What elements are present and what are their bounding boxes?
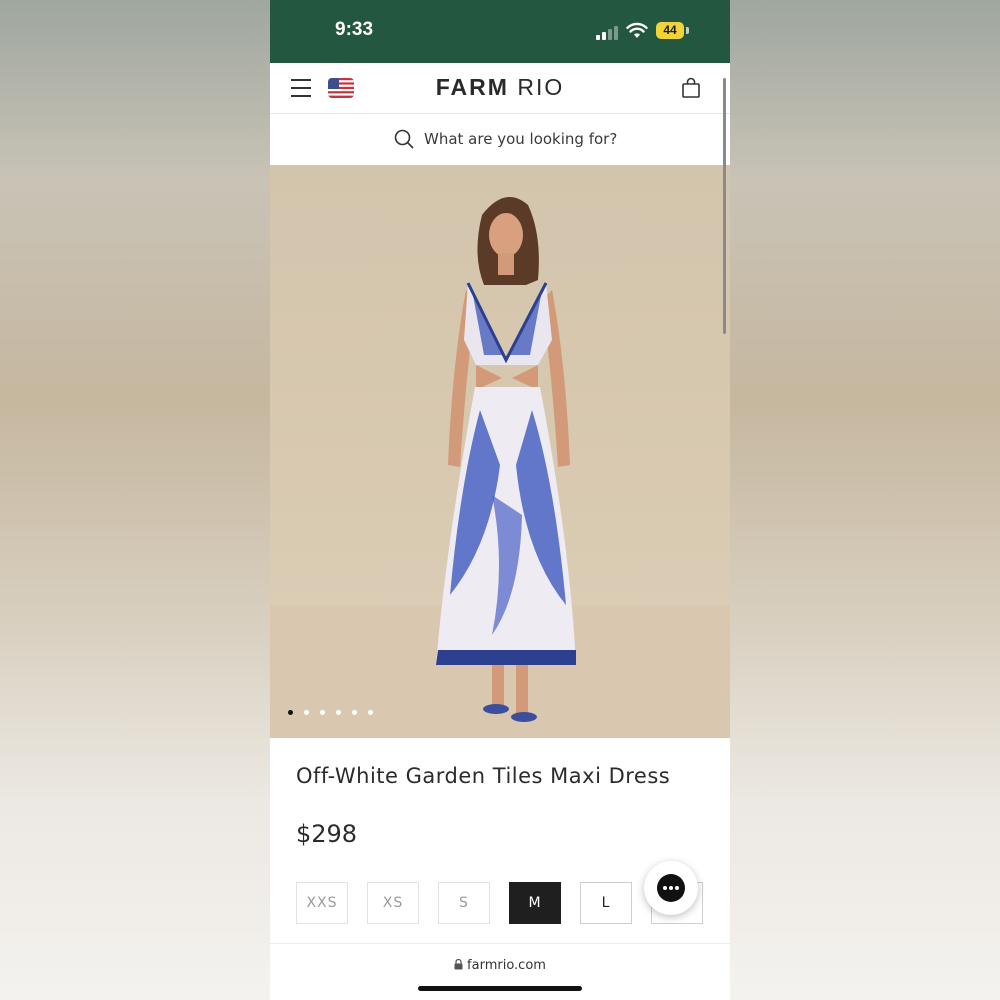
phone-screen: 9:33 44 FARM RIO What are you looking fo… — [270, 0, 730, 1000]
carousel-dot[interactable] — [368, 710, 373, 715]
product-title: Off-White Garden Tiles Maxi Dress — [296, 764, 671, 788]
logo-bold: FARM — [435, 74, 509, 100]
lock-icon — [454, 959, 463, 970]
logo-light: RIO — [517, 74, 565, 100]
product-price: $298 — [296, 820, 358, 848]
size-option-xxs[interactable]: XXS — [296, 882, 348, 924]
carousel-dot[interactable] — [304, 710, 309, 715]
search-bar[interactable]: What are you looking for? — [270, 114, 730, 166]
size-option-xs[interactable]: XS — [367, 882, 419, 924]
chat-bubble-icon — [657, 874, 685, 902]
shopping-bag-icon[interactable] — [681, 77, 701, 99]
battery-cap — [686, 27, 689, 34]
browser-url-bar[interactable]: farmrio.com — [270, 943, 730, 1000]
search-icon — [394, 129, 414, 149]
url-text: farmrio.com — [467, 958, 546, 973]
size-option-m[interactable]: M — [509, 882, 561, 924]
wifi-icon — [626, 22, 648, 38]
model-figure — [436, 197, 576, 722]
carousel-dot[interactable] — [352, 710, 357, 715]
product-image[interactable] — [270, 165, 730, 738]
brand-logo[interactable]: FARM RIO — [270, 74, 730, 101]
status-time: 9:33 — [335, 19, 374, 40]
url-display[interactable]: farmrio.com — [270, 958, 730, 973]
home-indicator[interactable] — [418, 986, 582, 991]
carousel-dot[interactable] — [320, 710, 325, 715]
search-input[interactable]: What are you looking for? — [424, 130, 617, 148]
size-option-l[interactable]: L — [580, 882, 632, 924]
cellular-signal-icon — [596, 24, 622, 40]
size-option-s[interactable]: S — [438, 882, 490, 924]
battery-indicator: 44 — [656, 22, 684, 39]
carousel-dot[interactable] — [288, 710, 293, 715]
chat-button[interactable] — [644, 861, 698, 915]
page-scrollbar[interactable] — [723, 78, 726, 334]
status-bar: 9:33 44 — [270, 0, 730, 63]
site-header: FARM RIO — [270, 63, 730, 114]
carousel-dot[interactable] — [336, 710, 341, 715]
